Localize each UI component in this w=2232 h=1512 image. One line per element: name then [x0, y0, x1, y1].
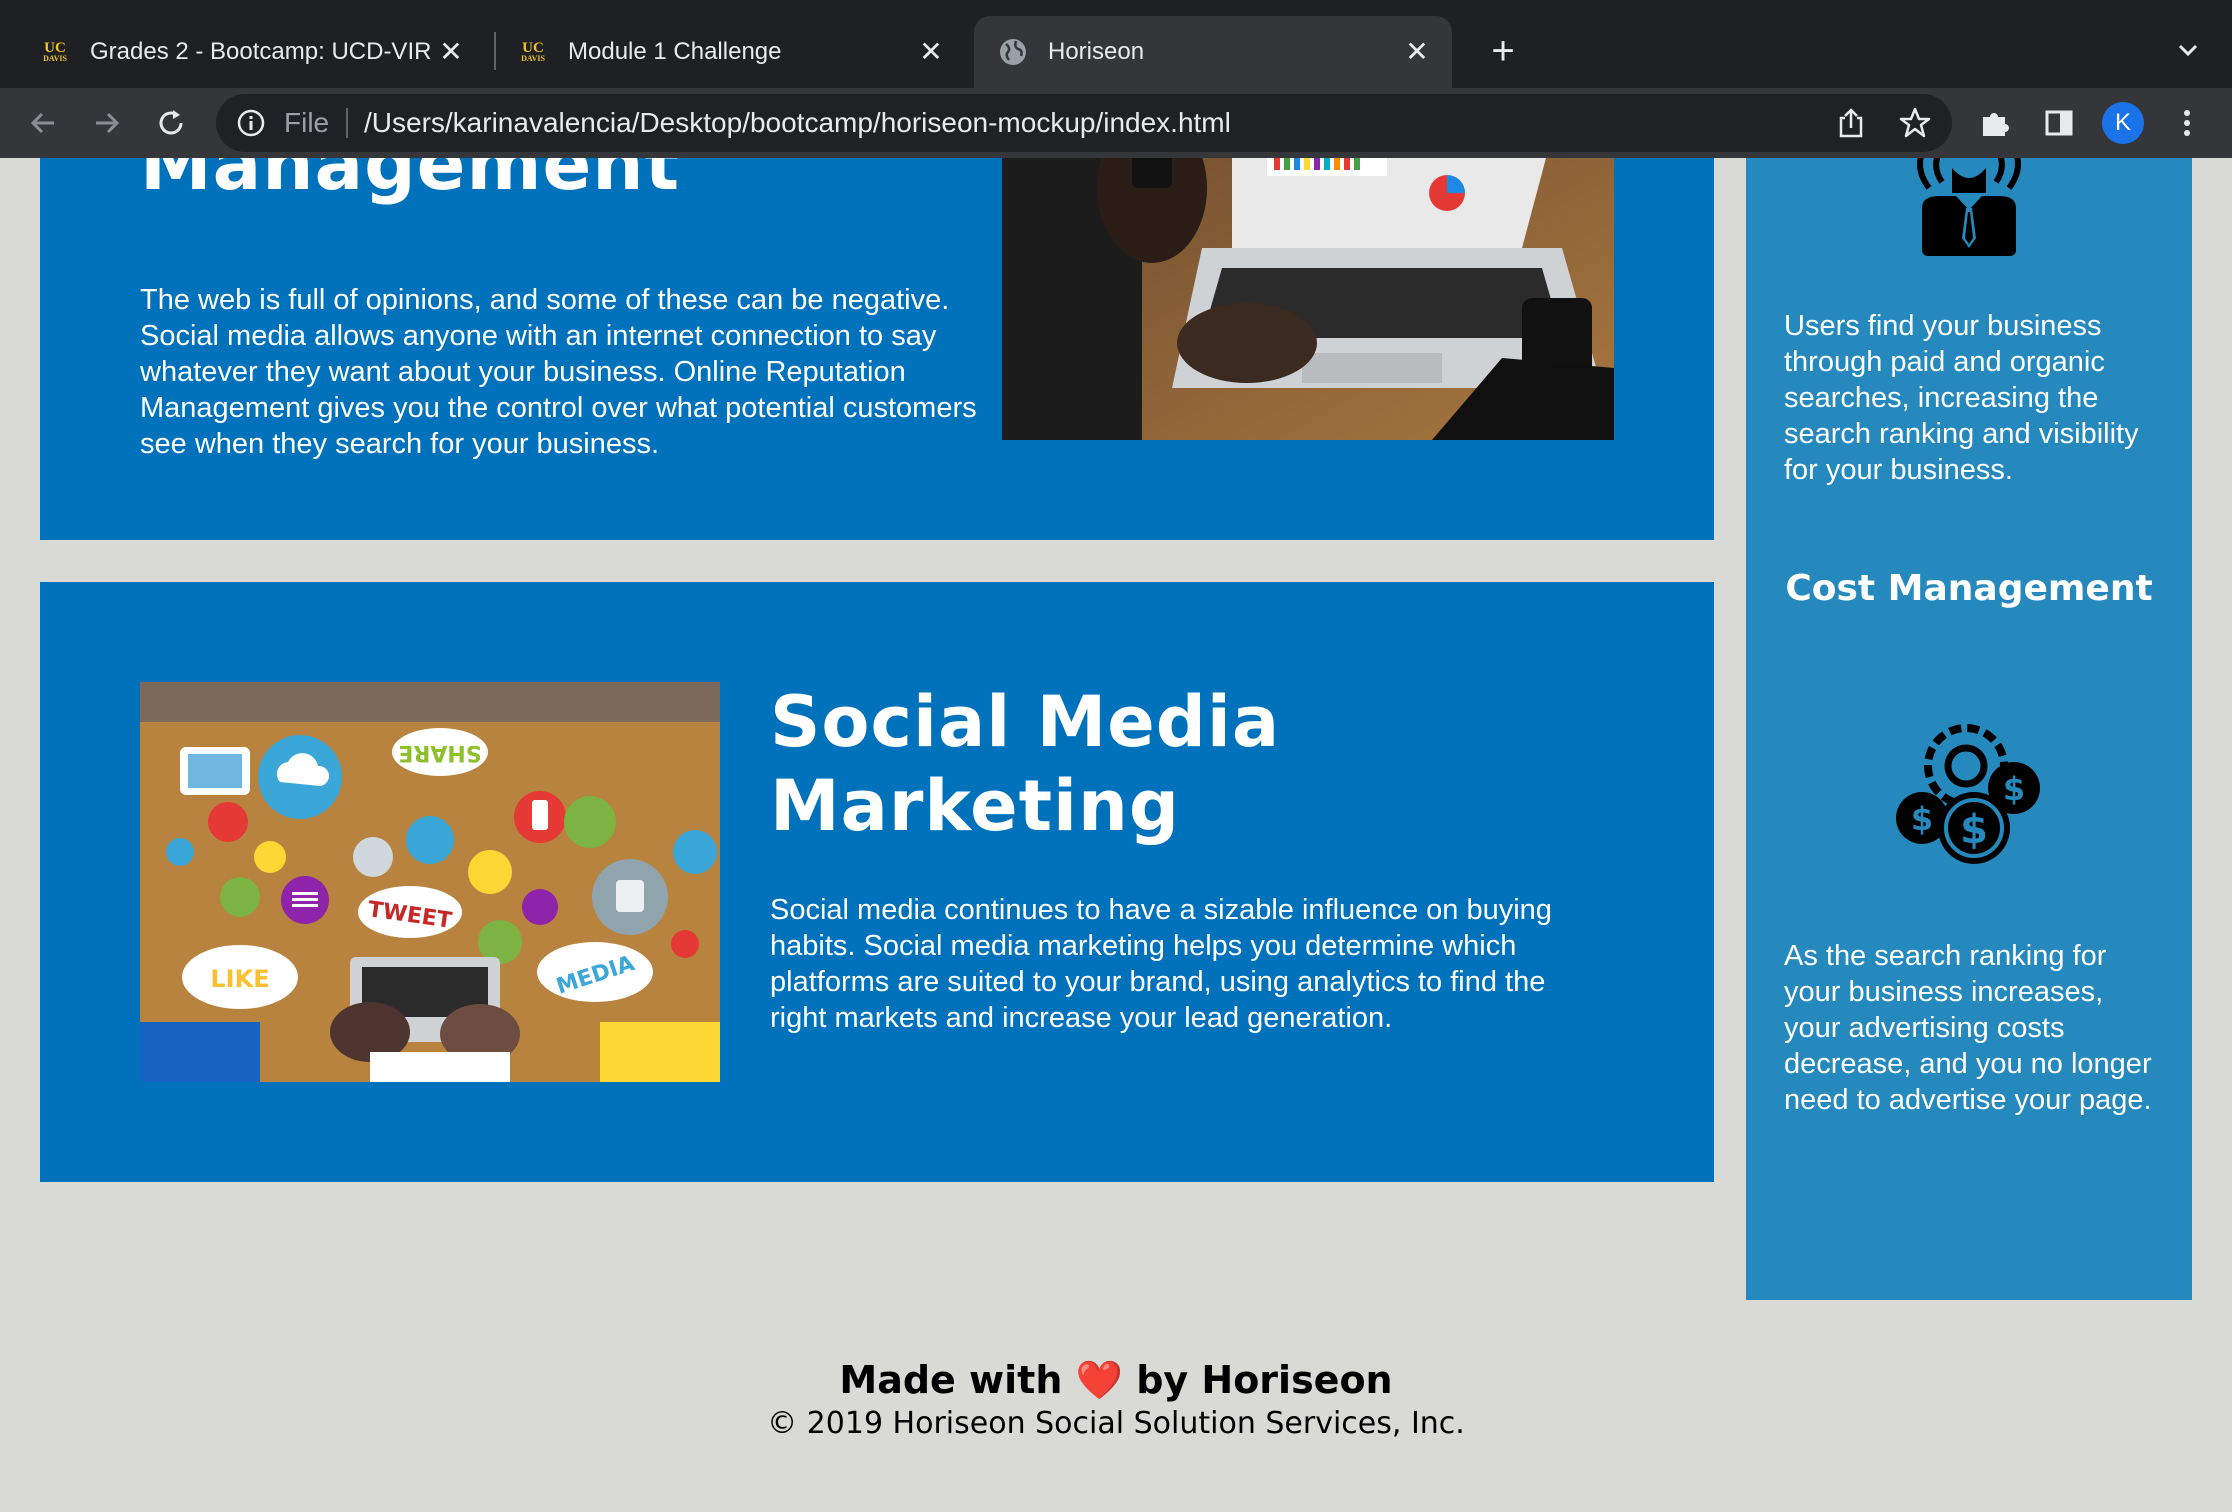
social-media-image: SHARE TWEET LIKE MEDIA	[140, 682, 720, 1082]
section-text: The web is full of opinions, and some of…	[140, 284, 977, 460]
tab-horiseon[interactable]: Horiseon ✕	[974, 16, 1452, 88]
section-heading: Social Media Marketing	[770, 680, 1280, 848]
close-icon[interactable]: ✕	[916, 37, 946, 67]
footer-made-suffix: by Horiseon	[1136, 1358, 1393, 1402]
uc-davis-favicon: UC DAVIS	[518, 37, 548, 67]
reputation-image	[1002, 158, 1614, 440]
close-icon[interactable]: ✕	[1402, 37, 1432, 67]
favicon-subtext: DAVIS	[43, 53, 67, 63]
tab-title: Grades 2 - Bootcamp: UCD-VIR	[90, 38, 432, 65]
section-heading-line-2: Marketing	[770, 765, 1180, 847]
lead-generation-text: Users find your business through paid an…	[1784, 310, 2139, 486]
svg-text:$: $	[1960, 807, 1988, 853]
chevron-down-icon[interactable]	[2168, 30, 2208, 70]
bookmark-star-icon[interactable]	[1894, 102, 1936, 144]
svg-text:$: $	[2003, 770, 2025, 808]
extensions-puzzle-icon[interactable]	[1974, 102, 2016, 144]
cost-management-icon: $ $ $	[1894, 718, 2044, 868]
browser-toolbar: File /Users/karinavalencia/Desktop/bootc…	[0, 88, 2232, 160]
close-icon[interactable]: ✕	[436, 37, 466, 67]
cost-management-heading: Cost Management	[1785, 568, 2153, 609]
kebab-menu-icon[interactable]	[2166, 102, 2208, 144]
lead-generation-icon	[1894, 158, 2044, 260]
side-panel-icon[interactable]	[2038, 102, 2080, 144]
omnibox-divider	[346, 108, 348, 138]
svg-text:$: $	[1911, 800, 1933, 838]
tab-grades[interactable]: UC DAVIS Grades 2 - Bootcamp: UCD-VIR ✕	[0, 16, 486, 88]
like-bubble-label: LIKE	[210, 965, 269, 993]
favicon-subtext: DAVIS	[521, 53, 545, 63]
share-bubble-label: SHARE	[398, 740, 481, 765]
tab-module-challenge[interactable]: UC DAVIS Module 1 Challenge ✕	[478, 16, 966, 88]
online-reputation-section: Management The web is full of opinions, …	[40, 158, 1714, 540]
heart-icon: ❤️	[1075, 1358, 1123, 1402]
page-footer: Made with ❤️ by Horiseon © 2019 Horiseon…	[0, 1356, 2232, 1444]
footer-made-prefix: Made with	[839, 1358, 1063, 1402]
reload-icon[interactable]	[150, 102, 192, 144]
section-text: Social media continues to have a sizable…	[770, 894, 1552, 1034]
browser-tab-strip: UC DAVIS Grades 2 - Bootcamp: UCD-VIR ✕ U…	[0, 0, 2232, 88]
benefits-sidebar: Users find your business through paid an…	[1746, 158, 2192, 1300]
forward-arrow-icon[interactable]	[86, 102, 128, 144]
tab-title: Horiseon	[1048, 38, 1145, 65]
profile-avatar[interactable]: K	[2102, 102, 2144, 144]
tab-title: Module 1 Challenge	[568, 38, 782, 65]
section-heading: Management	[140, 158, 680, 206]
url-text[interactable]: /Users/karinavalencia/Desktop/bootcamp/h…	[364, 106, 1231, 140]
uc-davis-favicon: UC DAVIS	[40, 37, 70, 67]
page-viewport: Management The web is full of opinions, …	[0, 158, 2232, 1512]
share-icon[interactable]	[1830, 102, 1872, 144]
cost-management-text: As the search ranking for your business …	[1784, 940, 2152, 1116]
section-heading-line-1: Social Media	[770, 681, 1281, 763]
footer-made-with: Made with ❤️ by Horiseon	[0, 1356, 2232, 1404]
scheme-label: File	[284, 107, 330, 138]
address-bar[interactable]: File /Users/karinavalencia/Desktop/bootc…	[216, 94, 1952, 152]
new-tab-button[interactable]: +	[1478, 26, 1528, 76]
globe-icon	[998, 37, 1028, 67]
back-arrow-icon[interactable]	[22, 102, 64, 144]
social-media-marketing-section: SHARE TWEET LIKE MEDIA Social Media Mark…	[40, 582, 1714, 1182]
footer-copyright: © 2019 Horiseon Social Solution Services…	[767, 1406, 1465, 1441]
info-icon[interactable]	[236, 108, 266, 138]
